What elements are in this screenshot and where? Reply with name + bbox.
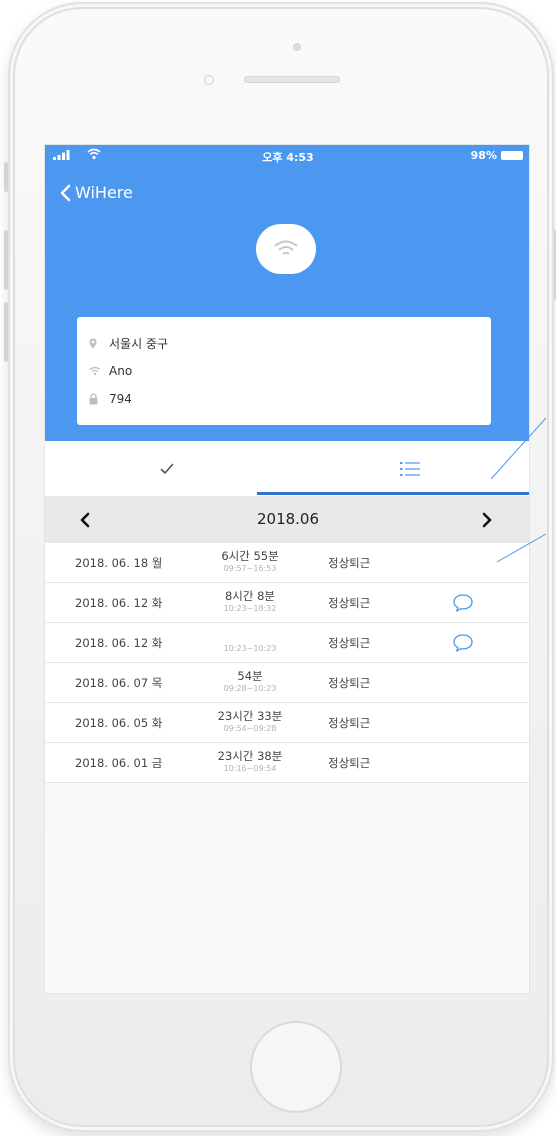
record-date: 2018. 06. 12 화	[75, 636, 163, 650]
wifi-small-icon	[89, 366, 109, 376]
month-navigator: 2018.06	[45, 497, 529, 543]
record-time-range: 10:23~18:32	[223, 604, 277, 613]
mute-switch	[4, 162, 8, 192]
record-date: 2018. 06. 18 월	[75, 556, 163, 570]
record-duration: 54분	[237, 669, 263, 683]
list-item[interactable]: 2018. 06. 05 화 23시간 33분 09:54~09:28 정상퇴근	[45, 703, 529, 743]
location-pin-icon	[89, 338, 109, 349]
record-time-range: 09:54~09:28	[223, 724, 277, 733]
status-time: 오후 4:53	[262, 151, 314, 164]
record-date: 2018. 06. 05 화	[75, 716, 163, 730]
record-time-range: 09:57~16:53	[223, 564, 277, 573]
code-row: 794	[89, 385, 479, 413]
wifi-badge	[256, 224, 316, 274]
empty-list-area	[45, 783, 529, 993]
lock-icon	[89, 393, 109, 405]
app-screen: 오후 4:53 98% WiHere 서울시 중구 Ano 794 2018.0…	[44, 144, 530, 994]
view-tabs	[45, 441, 529, 497]
record-date: 2018. 06. 01 금	[75, 756, 163, 770]
record-status: 정상퇴근	[328, 756, 371, 770]
earpiece-speaker	[244, 76, 340, 83]
record-date: 2018. 06. 12 화	[75, 596, 163, 610]
battery-percent: 98%	[470, 149, 497, 162]
comment-icon[interactable]	[452, 593, 474, 613]
next-month-button[interactable]	[477, 509, 497, 531]
code-text: 794	[109, 392, 132, 406]
record-time-range: 10:23~10:23	[223, 644, 277, 653]
record-duration: 8시간 8분	[224, 589, 276, 603]
chevron-left-icon	[60, 184, 71, 201]
record-duration: 23시간 38분	[217, 749, 283, 763]
record-time-range: 10:16~09:54	[223, 764, 277, 773]
record-date: 2018. 06. 07 목	[75, 676, 163, 690]
list-item[interactable]: 2018. 06. 12 화 10:23~10:23 정상퇴근	[45, 623, 529, 663]
volume-down-button	[4, 302, 8, 362]
volume-up-button	[4, 230, 8, 290]
location-info-card: 서울시 중구 Ano 794	[77, 317, 491, 425]
tab-check[interactable]	[45, 441, 288, 497]
record-status: 정상퇴근	[328, 636, 371, 650]
list-item[interactable]: 2018. 06. 07 목 54분 09:28~10:23 정상퇴근	[45, 663, 529, 703]
check-icon	[160, 463, 173, 474]
address-text: 서울시 중구	[109, 336, 169, 351]
month-label: 2018.06	[256, 510, 320, 528]
status-bar: 오후 4:53 98%	[45, 145, 529, 167]
chevron-right-icon	[482, 512, 492, 528]
record-status: 정상퇴근	[328, 596, 371, 610]
tab-list[interactable]	[288, 441, 529, 497]
attendance-list: 2018. 06. 18 월 6시간 55분 09:57~16:53 정상퇴근 …	[45, 543, 529, 783]
comment-icon[interactable]	[452, 633, 474, 653]
home-button[interactable]	[250, 1021, 342, 1113]
record-status: 정상퇴근	[328, 716, 371, 730]
record-status: 정상퇴근	[328, 556, 371, 570]
back-label: WiHere	[75, 183, 133, 202]
front-camera	[293, 43, 301, 51]
wifi-row: Ano	[89, 357, 479, 385]
record-duration: 23시간 33분	[217, 709, 283, 723]
list-item[interactable]: 2018. 06. 18 월 6시간 55분 09:57~16:53 정상퇴근	[45, 543, 529, 583]
wifi-name-text: Ano	[109, 364, 133, 378]
record-time-range: 09:28~10:23	[223, 684, 277, 693]
list-item[interactable]: 2018. 06. 12 화 8시간 8분 10:23~18:32 정상퇴근	[45, 583, 529, 623]
record-status: 정상퇴근	[328, 676, 371, 690]
header: 오후 4:53 98% WiHere 서울시 중구 Ano 794	[45, 145, 529, 441]
record-duration: 6시간 55분	[221, 549, 279, 563]
list-icon	[399, 462, 420, 476]
list-item[interactable]: 2018. 06. 01 금 23시간 38분 10:16~09:54 정상퇴근	[45, 743, 529, 783]
wifi-icon	[274, 240, 298, 255]
address-row: 서울시 중구	[89, 329, 479, 357]
active-tab-indicator	[257, 492, 529, 495]
battery-icon	[501, 151, 523, 160]
proximity-sensor	[204, 75, 214, 85]
back-button[interactable]: WiHere	[59, 183, 133, 202]
